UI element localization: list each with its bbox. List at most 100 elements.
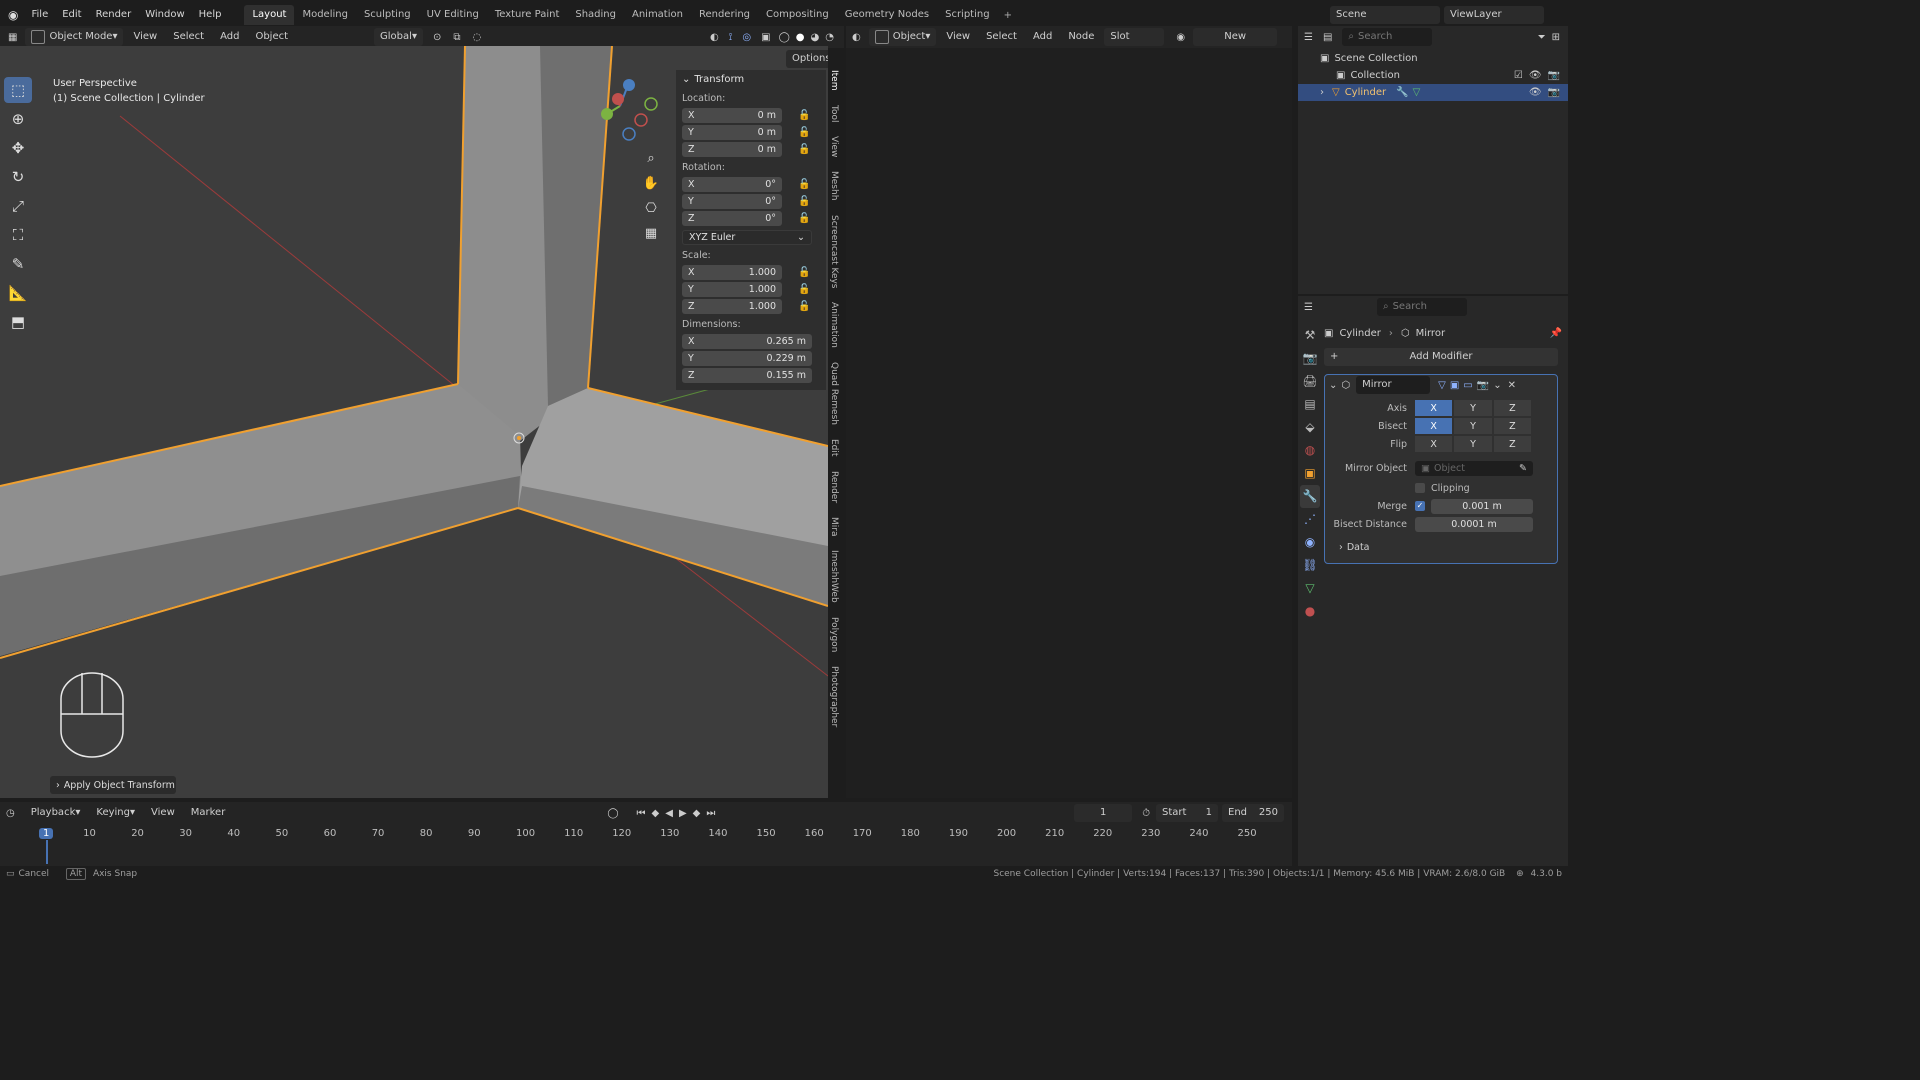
marker-menu[interactable]: Marker <box>185 804 232 822</box>
grid-icon[interactable]: ▦ <box>642 221 660 246</box>
location-y-field[interactable]: Y 0 m <box>682 124 782 140</box>
start-frame-field[interactable]: Start 1 <box>1156 804 1218 822</box>
add-modifier-button[interactable]: + Add Modifier <box>1324 348 1558 366</box>
chevron-right-icon[interactable]: › <box>1320 87 1324 98</box>
tab-render[interactable]: Render <box>829 471 839 503</box>
chevron-down-icon[interactable]: ⌄ <box>1329 380 1337 391</box>
object-tab-icon[interactable]: ▣ <box>1300 462 1320 485</box>
lock-icon[interactable]: 🔓 <box>798 110 810 121</box>
menu-add[interactable]: Add <box>214 28 245 46</box>
world-tab-icon[interactable]: ◍ <box>1300 439 1320 462</box>
xray-icon[interactable]: ▣ <box>761 32 770 43</box>
jump-start-icon[interactable]: ⏮ <box>637 808 646 819</box>
tab-shading[interactable]: Shading <box>567 5 624 25</box>
timeline[interactable]: ◷ Playback ▾ Keying ▾ View Marker ◯ ⏮ ◆ … <box>0 802 1292 866</box>
dimensions-y-field[interactable]: Y 0.229 m <box>682 350 812 366</box>
select-box-tool[interactable]: ⬚ <box>4 77 32 103</box>
flip-x-toggle[interactable]: X <box>1415 436 1453 452</box>
add-workspace-icon[interactable]: + <box>998 10 1018 21</box>
lock-icon[interactable]: 🔓 <box>798 267 810 278</box>
measure-tool[interactable]: 📐 <box>4 280 32 306</box>
shading-material-icon[interactable]: ◕ <box>811 32 820 43</box>
menu-window[interactable]: Window <box>138 4 191 26</box>
prev-keyframe-icon[interactable]: ◆ <box>652 808 660 819</box>
stopwatch-icon[interactable]: ⏱ <box>1142 808 1150 819</box>
lock-icon[interactable]: 🔓 <box>798 179 810 190</box>
tab-rendering[interactable]: Rendering <box>691 5 758 25</box>
outliner-search-input[interactable]: ⌕ Search <box>1342 28 1433 46</box>
gizmo-x-handle[interactable] <box>612 93 624 105</box>
close-icon[interactable]: ✕ <box>1508 380 1516 391</box>
playback-menu[interactable]: Playback ▾ <box>25 804 87 822</box>
menu-select[interactable]: Select <box>167 28 210 46</box>
tab-meshh[interactable]: Meshh <box>829 171 839 200</box>
data-tab-icon[interactable]: ▽ <box>1300 577 1320 600</box>
next-keyframe-icon[interactable]: ◆ <box>693 808 701 819</box>
tab-item[interactable]: Item <box>829 70 839 91</box>
lock-icon[interactable]: 🔓 <box>798 301 810 312</box>
dimensions-x-field[interactable]: X 0.265 m <box>682 333 812 349</box>
bisect-x-toggle[interactable]: X <box>1415 418 1453 434</box>
play-icon[interactable]: ▶ <box>679 808 687 819</box>
shader-editor[interactable]: ◐ Object ▾ View Select Add Node Slot ◉ N… <box>846 26 1292 798</box>
tab-photographer[interactable]: Photographer <box>829 666 839 727</box>
render-toggle-icon[interactable]: 📷 <box>1477 380 1489 391</box>
gizmo-z-handle[interactable] <box>623 79 635 91</box>
menu-object[interactable]: Object <box>249 28 294 46</box>
tab-edit[interactable]: Edit <box>829 439 839 456</box>
tab-imeshhweb[interactable]: ImeshhWeb <box>829 550 839 603</box>
options-button[interactable]: Options ▾ <box>786 50 828 68</box>
tab-sculpting[interactable]: Sculpting <box>356 5 419 25</box>
bisect-z-toggle[interactable]: Z <box>1493 418 1531 434</box>
dimensions-z-field[interactable]: Z 0.155 m <box>682 367 812 383</box>
visibility-icon[interactable]: ◐ <box>710 32 719 43</box>
tab-polygon[interactable]: Polygon <box>829 617 839 652</box>
outliner-scene-collection[interactable]: ▣ Scene Collection <box>1298 50 1568 67</box>
scale-tool[interactable]: ⤢ <box>4 193 32 219</box>
eye-icon[interactable]: 👁 <box>1529 70 1542 81</box>
node-menu-select[interactable]: Select <box>980 28 1023 46</box>
axis-x-toggle[interactable]: X <box>1415 400 1453 416</box>
rotation-x-field[interactable]: X 0° <box>682 176 782 192</box>
outliner-collection[interactable]: ▣ Collection ☑ 👁 📷 <box>1298 67 1568 84</box>
tab-modeling[interactable]: Modeling <box>294 5 356 25</box>
end-frame-field[interactable]: End 250 <box>1222 804 1284 822</box>
scale-z-field[interactable]: Z 1.000 <box>682 298 782 314</box>
annotate-tool[interactable]: ✎ <box>4 251 32 277</box>
viewlayer-selector[interactable]: ViewLayer <box>1444 6 1544 24</box>
material-icon[interactable]: ◉ <box>1176 32 1185 43</box>
tab-uv-editing[interactable]: UV Editing <box>419 5 487 25</box>
timeline-ruler[interactable]: 1 10 20 30 40 50 60 70 80 90 100 110 120 130 140 150 160… <box>0 824 1292 866</box>
rotate-tool[interactable]: ↻ <box>4 164 32 190</box>
outliner-cylinder[interactable]: › ▽ Cylinder 🔧 ▽ 👁 📷 <box>1298 84 1568 101</box>
proportional-icon[interactable]: ◌ <box>473 32 482 43</box>
scale-y-field[interactable]: Y 1.000 <box>682 281 782 297</box>
node-menu-node[interactable]: Node <box>1062 28 1100 46</box>
gizmo-neg-x-handle[interactable] <box>634 113 648 127</box>
auto-key-icon[interactable]: ◯ <box>607 808 618 819</box>
shading-solid-icon[interactable]: ● <box>796 32 805 43</box>
tab-scripting[interactable]: Scripting <box>937 5 997 25</box>
location-z-field[interactable]: Z 0 m <box>682 141 782 157</box>
playhead-line[interactable] <box>46 840 48 864</box>
node-menu-add[interactable]: Add <box>1027 28 1058 46</box>
tab-tool[interactable]: Tool <box>829 105 839 122</box>
menu-render[interactable]: Render <box>89 4 139 26</box>
tab-compositing[interactable]: Compositing <box>758 5 837 25</box>
jump-end-icon[interactable]: ⏭ <box>706 808 715 819</box>
play-reverse-icon[interactable]: ◀ <box>665 808 673 819</box>
view-layer-tab-icon[interactable]: ▤ <box>1300 393 1320 416</box>
lock-icon[interactable]: 🔓 <box>798 196 810 207</box>
lock-icon[interactable]: 🔓 <box>798 144 810 155</box>
menu-file[interactable]: File <box>24 4 55 26</box>
scene-tab-icon[interactable]: ⬙ <box>1300 416 1320 439</box>
edit-mode-toggle-icon[interactable]: ▽ <box>1438 380 1446 391</box>
constraints-tab-icon[interactable]: ⛓ <box>1300 554 1320 577</box>
flip-z-toggle[interactable]: Z <box>1493 436 1531 452</box>
editor-type-icon[interactable]: ◐ <box>852 32 861 43</box>
gizmo-neg-z-handle[interactable] <box>622 127 636 141</box>
transform-tool[interactable]: ⛶ <box>4 222 32 248</box>
clipping-checkbox[interactable] <box>1415 483 1425 493</box>
node-menu-view[interactable]: View <box>940 28 976 46</box>
lock-icon[interactable]: 🔓 <box>798 127 810 138</box>
